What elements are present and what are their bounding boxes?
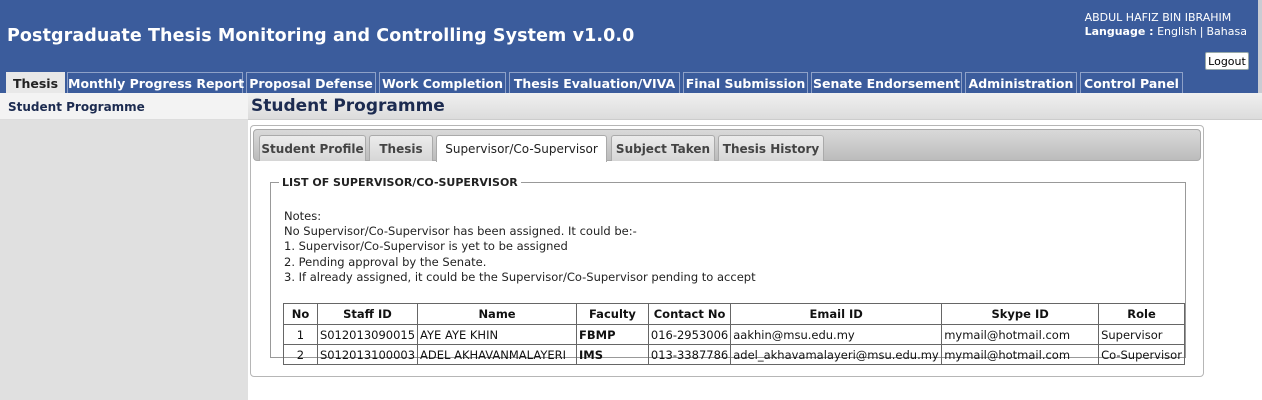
cell-faculty: IMS	[576, 344, 649, 365]
table-row: 1 S012013090015 AYE AYE KHIN FBMP 016-29…	[283, 324, 1185, 345]
panel-tab-bar: Student Profile Thesis Supervisor/Co-Sup…	[253, 129, 1201, 162]
page-header: Student Programme	[248, 93, 1262, 120]
tab-student-profile[interactable]: Student Profile	[259, 135, 366, 161]
column-header-name: Name	[417, 303, 577, 325]
notes: Notes: No Supervisor/Co-Supervisor has b…	[284, 209, 756, 285]
cell-no: 1	[283, 324, 318, 345]
supervisor-list-legend: LIST OF SUPERVISOR/CO-SUPERVISOR	[282, 176, 518, 189]
cell-staff-id: S012013100003	[316, 344, 419, 365]
column-header-email-id: Email ID	[730, 303, 943, 325]
nav-tab-proposal-defense[interactable]: Proposal Defense	[246, 72, 376, 93]
notes-heading: Notes:	[284, 209, 322, 223]
cell-no: 2	[283, 344, 318, 365]
cell-email-id: adel_akhavamalayeri@msu.edu.my	[730, 344, 943, 365]
column-header-skype-id: Skype ID	[941, 303, 1100, 325]
nav-tab-control-panel[interactable]: Control Panel	[1080, 72, 1183, 93]
cell-staff-id: S012013090015	[316, 324, 419, 345]
user-name: ABDUL HAFIZ BIN IBRAHIM	[1084, 11, 1232, 24]
app-title: Postgraduate Thesis Monitoring and Contr…	[7, 26, 635, 46]
supervisor-list-fieldset: LIST OF SUPERVISOR/CO-SUPERVISOR Notes: …	[270, 176, 1186, 365]
nav-tab-thesis[interactable]: Thesis	[6, 72, 65, 93]
notes-line: No Supervisor/Co-Supervisor has been ass…	[284, 224, 637, 239]
cell-name: AYE AYE KHIN	[417, 324, 577, 345]
tab-subject-taken[interactable]: Subject Taken	[611, 135, 715, 161]
cell-role: Supervisor	[1098, 324, 1185, 345]
main-nav-tabs: Thesis Monthly Progress Report Proposal …	[0, 72, 1262, 93]
column-header-faculty: Faculty	[576, 303, 649, 325]
language-english-link[interactable]: English	[1157, 25, 1197, 38]
nav-tab-work-completion[interactable]: Work Completion	[379, 72, 506, 93]
language-separator: |	[1199, 25, 1204, 38]
tab-supervisor-co-supervisor[interactable]: Supervisor/Co-Supervisor	[436, 135, 607, 162]
cell-email-id: aakhin@msu.edu.my	[730, 324, 943, 345]
notes-line: 3. If already assigned, it could be the …	[284, 269, 756, 284]
table-header-row: No Staff ID Name Faculty Contact No Emai…	[283, 303, 1185, 325]
cell-role: Co-Supervisor	[1098, 344, 1185, 365]
notes-line: 2. Pending approval by the Senate.	[284, 254, 487, 269]
user-info: ABDUL HAFIZ BIN IBRAHIM Language : Engli…	[1085, 11, 1247, 39]
sidebar: Student Programme	[0, 93, 248, 400]
logout-button[interactable]: Logout	[1205, 52, 1249, 70]
table-row: 2 S012013100003 ADEL AKHAVANMALAYERI IMS…	[283, 344, 1185, 365]
cell-skype-id: mymail@hotmail.com	[941, 344, 1100, 365]
cell-contact-no: 016-2953006	[647, 324, 732, 345]
nav-tab-thesis-evaluation-viva[interactable]: Thesis Evaluation/VIVA	[509, 72, 680, 93]
column-header-role: Role	[1098, 303, 1185, 325]
nav-tab-senate-endorsement[interactable]: Senate Endorsement	[811, 72, 962, 93]
column-header-contact-no: Contact No	[647, 303, 732, 325]
nav-tab-monthly-progress-report[interactable]: Monthly Progress Report	[67, 72, 244, 93]
nav-tab-administration[interactable]: Administration	[965, 72, 1077, 93]
sidebar-item-student-programme[interactable]: Student Programme	[0, 93, 248, 120]
column-header-staff-id: Staff ID	[316, 303, 419, 325]
supervisor-table: No Staff ID Name Faculty Contact No Emai…	[283, 303, 1185, 365]
language-label: Language :	[1084, 25, 1154, 38]
tab-thesis[interactable]: Thesis	[369, 135, 433, 161]
cell-name: ADEL AKHAVANMALAYERI	[417, 344, 577, 365]
cell-faculty: FBMP	[576, 324, 649, 345]
page-title: Student Programme	[251, 96, 445, 116]
cell-contact-no: 013-3387786	[647, 344, 732, 365]
tab-thesis-history[interactable]: Thesis History	[718, 135, 824, 161]
column-header-no: No	[283, 303, 318, 325]
notes-line: 1. Supervisor/Co-Supervisor is yet to be…	[284, 239, 568, 254]
language-selector: Language : English | Bahasa	[1085, 25, 1247, 39]
student-programme-panel: Student Profile Thesis Supervisor/Co-Sup…	[250, 125, 1204, 377]
cell-skype-id: mymail@hotmail.com	[941, 324, 1100, 345]
language-bahasa-link[interactable]: Bahasa	[1207, 25, 1247, 38]
nav-tab-final-submission[interactable]: Final Submission	[683, 72, 808, 93]
